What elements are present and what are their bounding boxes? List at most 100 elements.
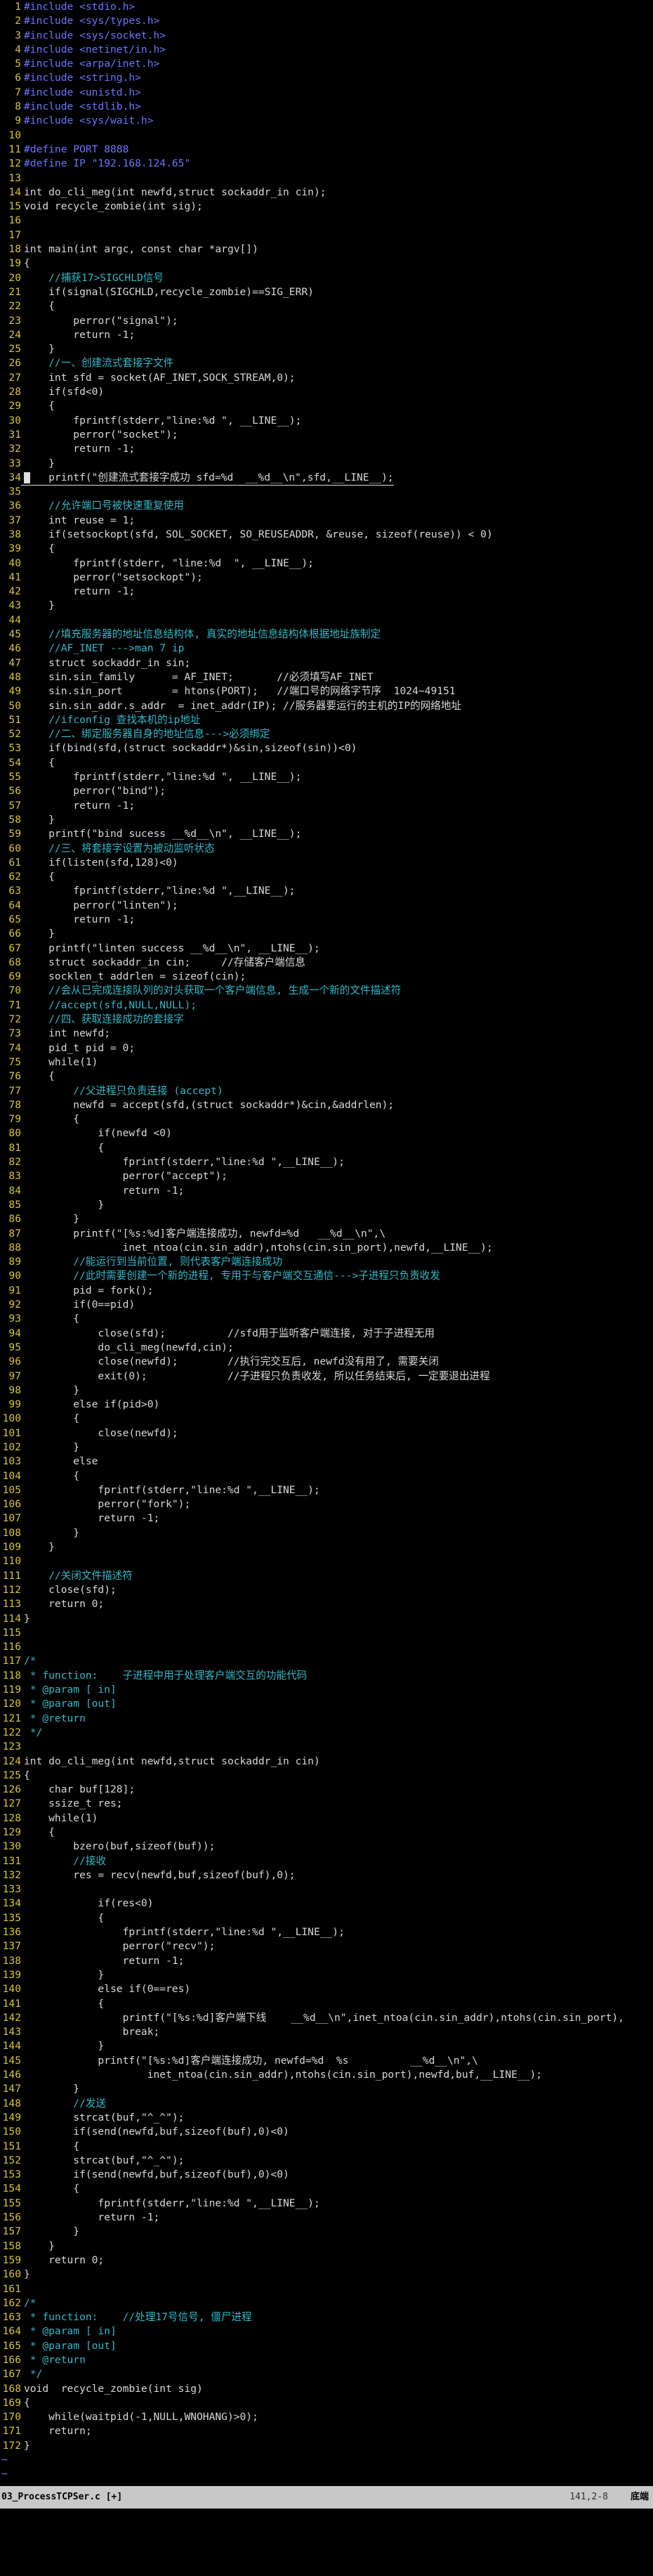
code-line[interactable]: 24 return -1; [0, 328, 653, 342]
code-line[interactable]: 81 { [0, 1141, 653, 1155]
code-line[interactable]: 116 [0, 1640, 653, 1654]
code-line[interactable]: 138 return -1; [0, 1954, 653, 1968]
code-line[interactable]: 64 perror("linten"); [0, 899, 653, 913]
code-line[interactable]: 166 * @return [0, 2353, 653, 2367]
code-line[interactable]: 31 perror("socket"); [0, 428, 653, 442]
code-line[interactable]: 27 int sfd = socket(AF_INET,SOCK_STREAM,… [0, 371, 653, 385]
code-line[interactable]: 141 { [0, 1997, 653, 2011]
code-line[interactable]: 121 * @return [0, 1712, 653, 1726]
code-line[interactable]: 7 #include <unistd.h> [0, 86, 653, 100]
code-line[interactable]: 153 if(send(newfd,buf,sizeof(buf),0)<0) [0, 2168, 653, 2182]
code-line[interactable]: 55 fprintf(stderr,"line:%d ", __LINE__); [0, 770, 653, 784]
code-line[interactable]: 172} [0, 2439, 653, 2453]
code-line[interactable]: 80 if(newfd <0) [0, 1126, 653, 1140]
code-line[interactable]: 96 close(newfd); //执行完交互后, newfd没有用了, 需要… [0, 1355, 653, 1369]
code-line[interactable]: 120 * @param [out] [0, 1697, 653, 1711]
code-line[interactable]: 82 fprintf(stderr,"line:%d ",__LINE__); [0, 1155, 653, 1169]
code-line[interactable]: 93 { [0, 1312, 653, 1326]
code-line[interactable]: 171 return; [0, 2424, 653, 2438]
code-line[interactable]: 113 return 0; [0, 1597, 653, 1611]
code-line[interactable]: 73 int newfd; [0, 1027, 653, 1041]
code-line[interactable]: 143 break; [0, 2025, 653, 2039]
code-line[interactable]: 144 } [0, 2039, 653, 2053]
code-line[interactable]: 159 return 0; [0, 2253, 653, 2268]
code-line[interactable]: 170 while(waitpid(-1,NULL,WNOHANG)>0); [0, 2410, 653, 2424]
code-line[interactable]: 14 int do_cli_meg(int newfd,struct sockad… [0, 186, 653, 200]
code-line[interactable]: 19{ [0, 256, 653, 271]
code-line[interactable]: 98 } [0, 1384, 653, 1398]
code-line[interactable]: 13 [0, 171, 653, 186]
code-line[interactable]: 108 } [0, 1526, 653, 1540]
code-line[interactable]: 133 [0, 1882, 653, 1897]
code-line[interactable]: 72 //四、获取连接成功的套接字 [0, 1013, 653, 1027]
code-line[interactable]: 167 */ [0, 2367, 653, 2381]
code-line[interactable]: 9 #include <sys/wait.h> [0, 114, 653, 128]
code-line[interactable]: 122 */ [0, 1726, 653, 1740]
code-line[interactable]: 158 } [0, 2239, 653, 2253]
code-line[interactable]: 42 return -1; [0, 585, 653, 599]
code-line[interactable]: 2 #include <sys/types.h> [0, 14, 653, 28]
code-line[interactable]: 135 { [0, 1911, 653, 1925]
code-line[interactable]: 150 if(send(newfd,buf,sizeof(buf),0)<0) [0, 2125, 653, 2139]
code-line[interactable]: 29 { [0, 399, 653, 413]
code-line[interactable]: 130 bzero(buf,sizeof(buf)); [0, 1840, 653, 1854]
code-line[interactable]: 142 printf("[%s:%d]客户端下线 __%d__\n",inet_… [0, 2011, 653, 2025]
code-line[interactable]: 3 #include <sys/socket.h> [0, 29, 653, 43]
code-line[interactable]: 151 { [0, 2140, 653, 2154]
code-line[interactable]: 74 pid_t pid = 0; [0, 1041, 653, 1055]
code-line[interactable]: 67 printf("linten success __%d__\n", __L… [0, 942, 653, 956]
code-line[interactable]: 36 //允许端口号被快速重复使用 [0, 499, 653, 513]
code-line[interactable]: 18 int main(int argc, const char *argv[]) [0, 242, 653, 256]
code-line[interactable]: 60 //三、将套接字设置为被动监听状态 [0, 842, 653, 856]
code-line[interactable]: 155 fprintf(stderr,"line:%d ",__LINE__); [0, 2197, 653, 2211]
code-line[interactable]: 106 perror("fork"); [0, 1497, 653, 1511]
code-line[interactable]: 35 [0, 485, 653, 499]
code-line[interactable]: 32 return -1; [0, 442, 653, 456]
code-line[interactable]: 104 { [0, 1469, 653, 1483]
code-line[interactable]: 15 void recycle_zombie(int sig); [0, 200, 653, 214]
code-line[interactable]: 10 [0, 129, 653, 143]
code-line[interactable]: 78 newfd = accept(sfd,(struct sockaddr*)… [0, 1098, 653, 1112]
code-line[interactable]: 140 else if(0==res) [0, 1982, 653, 1996]
code-line[interactable]: 11 #define PORT 8888 [0, 143, 653, 157]
code-line[interactable]: 115 [0, 1626, 653, 1640]
code-line[interactable]: 112 close(sfd); [0, 1583, 653, 1597]
code-line[interactable]: 124 int do_cli_meg(int newfd,struct socka… [0, 1755, 653, 1769]
code-line[interactable]: 45 //填充服务器的地址信息结构体, 真实的地址信息结构体根据地址族制定 [0, 627, 653, 642]
code-line[interactable]: 16 [0, 214, 653, 228]
code-line[interactable]: 169{ [0, 2396, 653, 2410]
code-line[interactable]: 57 return -1; [0, 799, 653, 813]
code-line[interactable]: 99 else if(pid>0) [0, 1398, 653, 1412]
code-line[interactable]: 70 //会从已完成连接队列的对头获取一个客户端信息, 生成一个新的文件描述符 [0, 984, 653, 998]
code-line[interactable]: 44 [0, 613, 653, 627]
code-line[interactable]: 20 //捕获17>SIGCHLD信号 [0, 271, 653, 285]
code-line[interactable]: 68 struct sockaddr_in cin; //存储客户端信息 [0, 956, 653, 970]
code-line[interactable]: 4 #include <netinet/in.h> [0, 43, 653, 57]
code-line[interactable]: 62 { [0, 870, 653, 884]
code-line[interactable]: 71 //accept(sfd,NULL,NULL); [0, 998, 653, 1013]
code-line[interactable]: 134 if(res<0) [0, 1897, 653, 1911]
code-line[interactable]: 76 { [0, 1069, 653, 1084]
code-line[interactable]: 139 } [0, 1968, 653, 1982]
code-line[interactable]: 56 perror("bind"); [0, 784, 653, 798]
code-line[interactable]: 110 [0, 1554, 653, 1568]
code-line[interactable]: 156 return -1; [0, 2211, 653, 2225]
code-line[interactable]: 40 fprintf(stderr, "line:%d ", __LINE__)… [0, 557, 653, 571]
code-line[interactable]: 75 while(1) [0, 1055, 653, 1069]
code-line[interactable]: 147 } [0, 2082, 653, 2096]
code-line[interactable]: 111 //关闭文件描述符 [0, 1569, 653, 1583]
code-line[interactable]: 65 return -1; [0, 913, 653, 927]
code-line[interactable]: 12 #define IP "192.168.124.65" [0, 157, 653, 171]
code-line[interactable]: 59 printf("bind sucess __%d__\n", __LINE… [0, 827, 653, 841]
code-line[interactable]: 22 { [0, 299, 653, 313]
code-line[interactable]: 52 //二、绑定服务器自身的地址信息--->必须绑定 [0, 727, 653, 741]
code-line[interactable]: 47 struct sockaddr_in sin; [0, 656, 653, 670]
code-line[interactable]: 85 } [0, 1198, 653, 1212]
code-line[interactable]: 69 socklen_t addrlen = sizeof(cin); [0, 970, 653, 984]
code-line[interactable]: 61 if(listen(sfd,128)<0) [0, 856, 653, 870]
code-line[interactable]: 17 [0, 228, 653, 242]
code-line[interactable]: 79 { [0, 1112, 653, 1126]
code-line[interactable]: 48 sin.sin_family = AF_INET; //必须填写AF_IN… [0, 670, 653, 684]
code-line[interactable]: 25 } [0, 342, 653, 356]
code-line[interactable]: 30 fprintf(stderr,"line:%d ", __LINE__); [0, 414, 653, 428]
